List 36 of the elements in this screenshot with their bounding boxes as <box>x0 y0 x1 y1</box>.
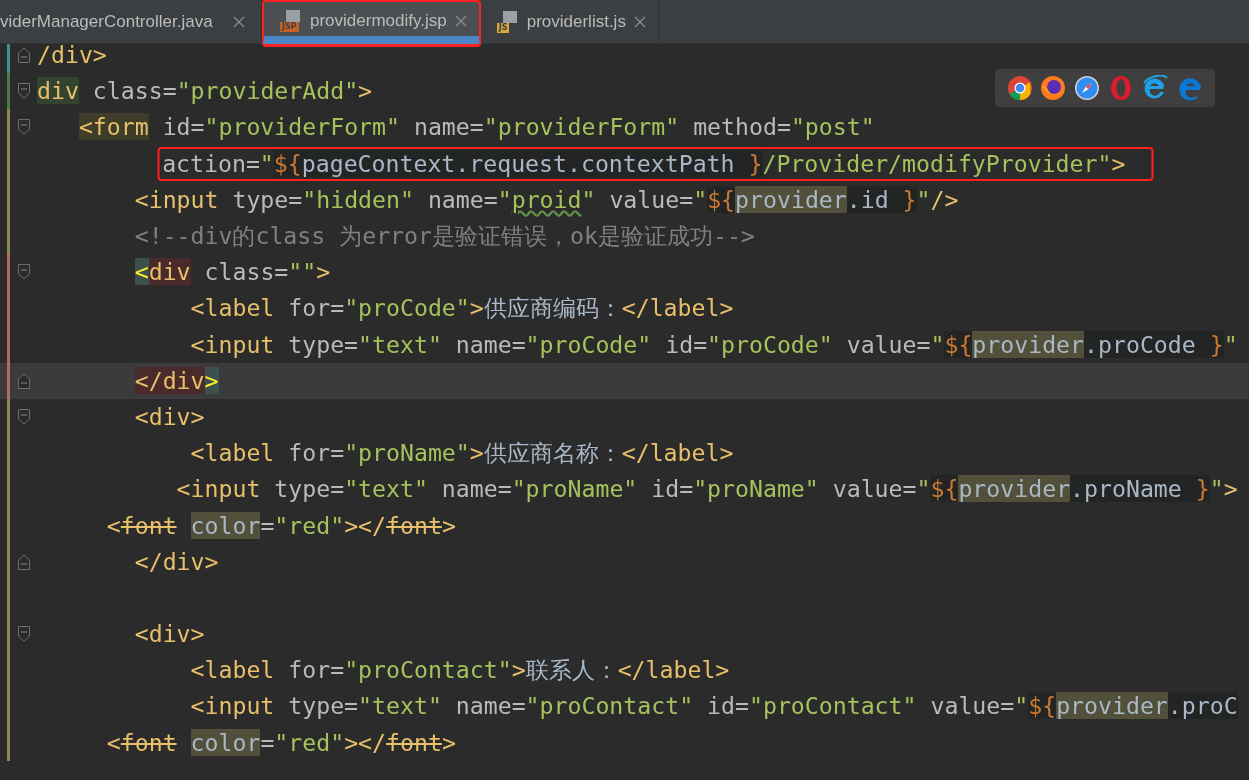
file-type-label: JS <box>496 23 510 33</box>
close-icon[interactable] <box>233 16 245 28</box>
code-line: <!--div的class 为error是验证错误，ok是验证成功--> <box>134 221 755 252</box>
fold-marker-icon[interactable] <box>18 553 30 570</box>
code-line: </div> <box>134 546 219 577</box>
code-line: <form id="providerForm" name="providerForm" method="post" <box>78 112 875 143</box>
code-line: <input type="hidden" name="proid" value="${provider.id }"/> <box>134 184 959 215</box>
code-line: <div> <box>134 401 205 432</box>
file-type-label: JSP <box>280 22 299 32</box>
editor-tab[interactable]: JSP providermodify.jsp <box>262 0 481 44</box>
compass-icon[interactable] <box>1074 75 1101 101</box>
fold-marker-icon[interactable] <box>18 626 30 642</box>
close-icon[interactable] <box>454 15 467 27</box>
code-line: <label for="proName">供应商名称：</label> <box>190 438 734 469</box>
code-line: <div> <box>134 619 205 650</box>
fold-marker-icon[interactable] <box>18 264 30 281</box>
code-line: <label for="proContact">联系人：</label> <box>190 655 730 686</box>
close-icon[interactable] <box>633 16 646 28</box>
code-line: <font color="red"></font> <box>106 510 456 541</box>
code-line: <input type="text" name="proName" id="proName" value="${provider.proName }"> <box>176 474 1238 505</box>
editor-tab[interactable]: JS providerlist.js <box>480 0 659 44</box>
wave-swirl-icon[interactable] <box>1177 75 1204 101</box>
code-line: <input type="text" name="proContact" id="proContact" value="${provider.proC <box>190 691 1238 722</box>
fold-marker-icon[interactable] <box>18 408 30 425</box>
code-line: <label for="proCode">供应商编码：</label> <box>190 293 734 324</box>
code-line: <input type="text" name="proCode" id="proCode" value="${provider.proCode }" <box>190 329 1238 360</box>
code-line: <div class=""> <box>134 257 331 288</box>
colored-circle-icon[interactable] <box>1006 75 1033 101</box>
globe-swirl-icon[interactable] <box>1141 75 1170 101</box>
fold-marker-icon[interactable] <box>18 119 30 136</box>
code-line: </div> <box>134 365 219 396</box>
code-line: div class="providerAdd"> <box>37 76 373 107</box>
code-line: <font color="red"></font> <box>106 727 456 758</box>
fold-marker-icon[interactable] <box>18 372 30 389</box>
fold-marker-icon[interactable] <box>18 83 30 100</box>
fold-marker-icon[interactable] <box>18 47 30 63</box>
